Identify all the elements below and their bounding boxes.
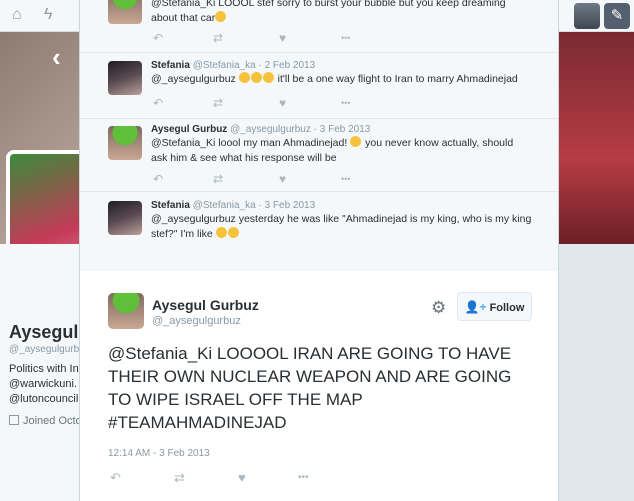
gear-icon[interactable]: ⚙ xyxy=(431,298,446,318)
tweet-text: @_aysegulgurbuz it'll be a one way fligh… xyxy=(151,72,546,87)
conversation-tweet[interactable]: @Stefania_Ki LOOOL stef sorry to burst y… xyxy=(80,0,558,53)
header-image-right xyxy=(554,32,634,244)
crying-laughing-emoji-icon xyxy=(262,72,274,83)
tweet-author-name[interactable]: Stefania xyxy=(151,60,190,71)
user-avatar[interactable] xyxy=(574,3,600,29)
meta-separator: · xyxy=(313,124,317,135)
tweet-text-body: it'll be a one way flight to Iran to mar… xyxy=(277,73,518,85)
profile-bio-line: Politics with Int xyxy=(9,363,82,375)
profile-joined: Joined Octo xyxy=(9,415,82,427)
reply-icon[interactable]: ↶ xyxy=(153,31,163,45)
tweet-author-handle[interactable]: @_aysegulgurbuz xyxy=(152,315,241,327)
tweet-text: @Stefania_Ki loool my man Ahmadinejad! y… xyxy=(151,136,546,166)
tweet-text: @Stefania_Ki LOOOL stef sorry to burst y… xyxy=(151,0,546,26)
tweet-author-name[interactable]: Stefania xyxy=(151,200,190,211)
profile-handle: @_aysegulgurb xyxy=(9,344,80,355)
profile-bio-line[interactable]: @lutoncouncil. xyxy=(9,392,87,407)
tweet-author-handle[interactable]: @Stefania_ka xyxy=(193,60,256,71)
tweet-meta: Stefania @Stefania_ka · 3 Feb 2013 xyxy=(151,200,315,211)
conversation-thread: @Stefania_Ki LOOOL stef sorry to burst y… xyxy=(80,0,558,271)
laughing-emoji-icon xyxy=(215,11,227,22)
follow-button[interactable]: 👤+ Follow xyxy=(457,292,532,321)
reply-icon[interactable]: ↶ xyxy=(153,172,163,186)
tweet-text-line: stef?" I'm like xyxy=(151,228,213,240)
tweet-actions: ↶ ⇄ ♥ ••• xyxy=(151,172,411,186)
retweet-icon[interactable]: ⇄ xyxy=(174,470,185,486)
retweet-icon[interactable]: ⇄ xyxy=(213,96,223,110)
unamused-emoji-icon xyxy=(227,227,239,238)
conversation-tweet[interactable]: Aysegul Gurbuz @_aysegulgurbuz · 3 Feb 2… xyxy=(80,119,558,192)
meta-separator: · xyxy=(258,200,262,211)
crying-laughing-emoji-icon xyxy=(250,72,262,83)
tweet-modal: @Stefania_Ki LOOOL stef sorry to burst y… xyxy=(79,0,559,501)
more-icon[interactable]: ••• xyxy=(341,96,350,110)
avatar[interactable] xyxy=(108,126,142,160)
tweet-date[interactable]: 3 Feb 2013 xyxy=(320,124,371,135)
reply-icon[interactable]: ↶ xyxy=(110,470,121,486)
follow-label: Follow xyxy=(489,301,525,314)
tweet-date[interactable]: 3 Feb 2013 xyxy=(265,200,316,211)
avatar[interactable] xyxy=(108,0,142,24)
joined-label: Joined Octo xyxy=(23,415,82,427)
tweet-text-line: ask him & see what his response will be xyxy=(151,152,337,164)
tweet-author-handle[interactable]: @_aysegulgurbuz xyxy=(230,124,311,135)
like-icon[interactable]: ♥ xyxy=(279,31,286,45)
more-icon[interactable]: ••• xyxy=(341,31,350,45)
tweet-text-line: @Stefania_Ki LOOOL stef sorry to burst y… xyxy=(151,0,506,9)
crying-laughing-emoji-icon xyxy=(238,72,250,83)
tweet-author-name[interactable]: Aysegul Gurbuz xyxy=(152,297,259,313)
crying-laughing-emoji-icon xyxy=(350,136,362,147)
retweet-icon[interactable]: ⇄ xyxy=(213,172,223,186)
avatar[interactable] xyxy=(108,61,142,95)
like-icon[interactable]: ♥ xyxy=(279,96,286,110)
tweet-timestamp[interactable]: 12:14 AM - 3 Feb 2013 xyxy=(108,448,210,459)
like-icon[interactable]: ♥ xyxy=(279,172,286,186)
tweet-text-line: about that car xyxy=(151,12,216,24)
unamused-emoji-icon xyxy=(215,227,227,238)
tweet-text-line: @Stefania_Ki loool my man Ahmadinejad! xyxy=(151,137,348,149)
tweet-actions: ↶ ⇄ ♥ ••• xyxy=(151,96,411,110)
tweet-text: @Stefania_Ki LOOOOL IRAN ARE GOING TO HA… xyxy=(108,344,512,432)
calendar-icon xyxy=(9,415,19,425)
meta-separator: · xyxy=(258,60,262,71)
tweet-actions: ↶ ⇄ ♥ ••• xyxy=(151,31,411,45)
retweet-icon[interactable]: ⇄ xyxy=(213,31,223,45)
tweet-text-line: you never know actually, should xyxy=(365,137,514,149)
main-tweet: Aysegul Gurbuz @_aysegulgurbuz ⚙ 👤+ Follo… xyxy=(80,271,558,501)
reply-icon[interactable]: ↶ xyxy=(153,96,163,110)
compose-icon[interactable]: ✎ xyxy=(604,3,630,29)
tweet-text: @_aysegulgurbuz yesterday he was like "A… xyxy=(151,212,546,242)
add-user-icon: 👤+ xyxy=(464,299,487,314)
tweet-meta: Aysegul Gurbuz @_aysegulgurbuz · 3 Feb 2… xyxy=(151,124,370,135)
tweet-author-handle[interactable]: @Stefania_ka xyxy=(193,200,256,211)
tweet-meta: Stefania @Stefania_ka · 2 Feb 2013 xyxy=(151,60,315,71)
tweet-actions: ↶ ⇄ ♥ ••• xyxy=(108,470,368,486)
lightning-icon[interactable]: ϟ xyxy=(44,5,52,25)
more-icon[interactable]: ••• xyxy=(298,470,309,486)
home-icon[interactable]: ⌂ xyxy=(12,5,22,25)
avatar[interactable] xyxy=(108,293,144,329)
tweet-date[interactable]: 2 Feb 2013 xyxy=(265,60,316,71)
back-arrow-icon[interactable]: ‹ xyxy=(52,42,61,73)
more-icon[interactable]: ••• xyxy=(341,172,350,186)
tweet-text-line: @_aysegulgurbuz yesterday he was like "A… xyxy=(151,213,532,225)
profile-bio-line[interactable]: @warwickuni. Y xyxy=(9,377,87,392)
avatar[interactable] xyxy=(108,201,142,235)
tweet-author-name[interactable]: Aysegul Gurbuz xyxy=(151,124,227,135)
conversation-tweet[interactable]: Stefania @Stefania_ka · 3 Feb 2013 @_ays… xyxy=(80,192,558,271)
profile-bio: Politics with Int @warwickuni. Y @lutonc… xyxy=(9,362,87,407)
mention-link[interactable]: @_aysegulgurbuz xyxy=(151,73,236,85)
conversation-tweet[interactable]: Stefania @Stefania_ka · 2 Feb 2013 @_ays… xyxy=(80,53,558,119)
like-icon[interactable]: ♥ xyxy=(238,470,246,486)
